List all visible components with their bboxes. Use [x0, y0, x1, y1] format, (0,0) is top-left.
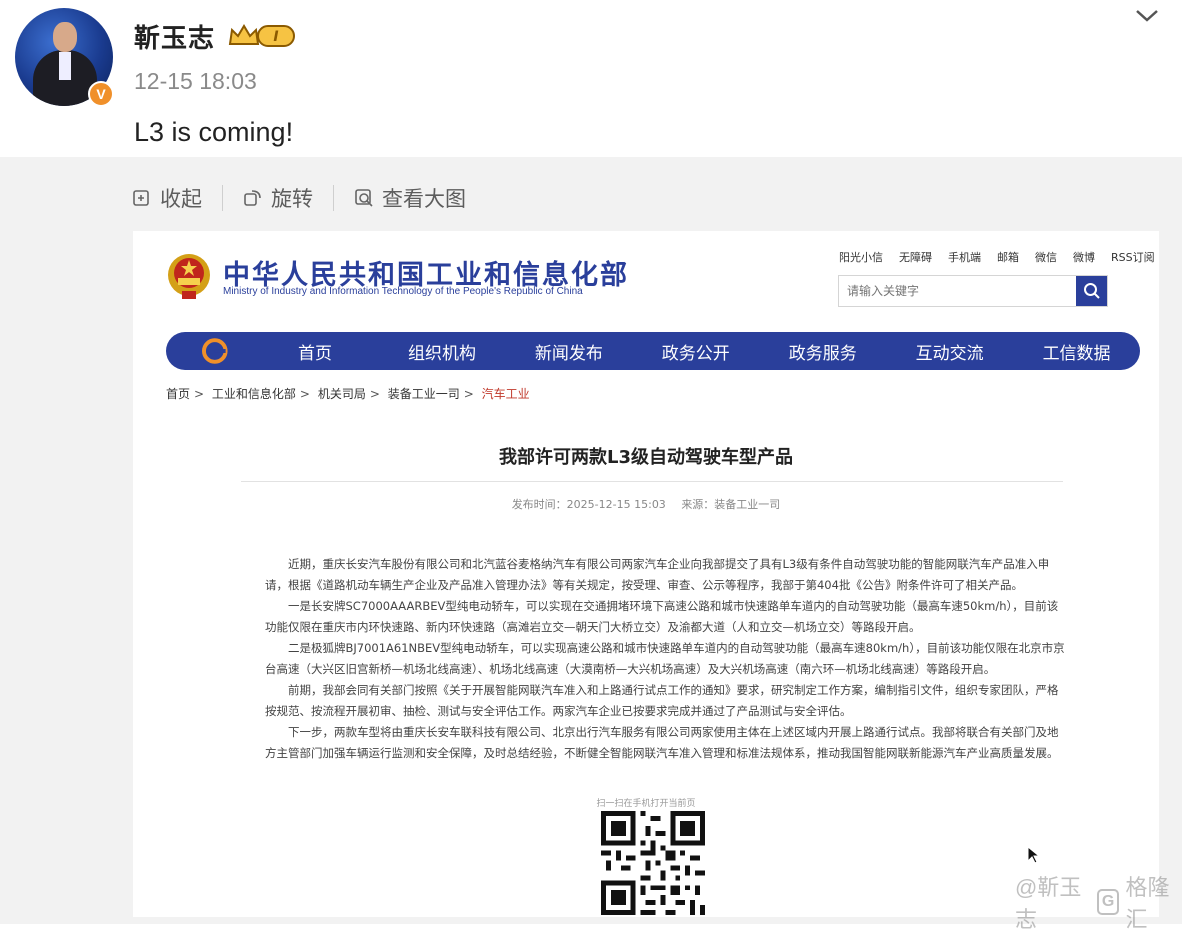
article-meta: 发布时间：2025-12-15 15:03 来源：装备工业一司 — [133, 496, 1159, 512]
watermark-brand: 格隆汇 — [1125, 875, 1170, 932]
article-body: 近期，重庆长安汽车股份有限公司和北汽蓝谷麦格纳汽车有限公司两家汽车企业向我部提交… — [265, 554, 1065, 764]
qr-code-icon — [601, 811, 705, 915]
chevron-down-icon[interactable] — [1134, 6, 1160, 26]
rotate-label: 旋转 — [271, 187, 313, 211]
badge-level: I — [273, 29, 278, 45]
rotate-button[interactable]: 旋转 — [243, 183, 313, 213]
article-source: 来源：装备工业一司 — [681, 498, 781, 511]
post-header: V 靳玉志 I 12-15 18:03 L3 is coming! — [0, 0, 1182, 157]
collapse-button[interactable]: 收起 — [132, 183, 202, 213]
top-link[interactable]: 无障碍 — [899, 249, 932, 265]
top-link[interactable]: 邮箱 — [997, 249, 1019, 265]
nav-item-services[interactable]: 政务服务 — [759, 339, 886, 364]
breadcrumb-item[interactable]: 工业和信息化部 — [212, 387, 296, 401]
ministry-logo-icon — [202, 338, 228, 364]
watermark-weibo-text: @靳玉志 — [1015, 875, 1082, 932]
rotate-icon — [244, 190, 261, 206]
toolbar-divider — [222, 185, 223, 211]
image-toolbar: 收起 旋转 查看大图 — [132, 183, 466, 213]
nav-item-news[interactable]: 新闻发布 — [505, 339, 632, 364]
nav-item-home[interactable]: 首页 — [252, 339, 379, 364]
top-link[interactable]: 微信 — [1035, 249, 1057, 265]
nav-item-organization[interactable]: 组织机构 — [379, 339, 506, 364]
search-icon — [1083, 283, 1100, 299]
nav-item-interaction[interactable]: 互动交流 — [886, 339, 1013, 364]
top-link[interactable]: 阳光小信 — [839, 249, 883, 265]
main-nav: 首页 组织机构 新闻发布 政务公开 政务服务 互动交流 工信数据 — [166, 332, 1140, 370]
top-links: 阳光小信 无障碍 手机端 邮箱 微信 微博 RSS订阅 — [839, 249, 1155, 265]
top-link[interactable]: RSS订阅 — [1111, 249, 1155, 265]
paragraph: 下一步，两款车型将由重庆长安车联科技有限公司、北京出行汽车服务有限公司两家使用主… — [265, 725, 1059, 760]
qr-caption: 扫一扫在手机打开当前页 — [596, 799, 696, 809]
watermark-logo-icon: G — [1096, 889, 1120, 915]
search-box — [838, 275, 1108, 307]
top-link[interactable]: 微博 — [1073, 249, 1095, 265]
national-emblem-icon — [168, 254, 210, 299]
verified-badge: V — [88, 81, 114, 107]
media-area: 收起 旋转 查看大图 中华人民共和国工业和信息化部 Ministry of In… — [0, 157, 1182, 932]
nav-item-public-affairs[interactable]: 政务公开 — [632, 339, 759, 364]
article-title: 我部许可两款L3级自动驾驶车型产品 — [499, 447, 793, 468]
view-large-button[interactable]: 查看大图 — [354, 183, 466, 213]
search-input[interactable] — [839, 276, 1077, 306]
ministry-name-en: Ministry of Industry and Information Tec… — [223, 286, 583, 297]
breadcrumb-item[interactable]: 装备工业一司 — [388, 387, 460, 401]
post-text: L3 is coming! — [134, 117, 294, 147]
paragraph: 近期，重庆长安汽车股份有限公司和北汽蓝谷麦格纳汽车有限公司两家汽车企业向我部提交… — [265, 557, 1050, 592]
post-timestamp[interactable]: 12-15 18:03 — [134, 68, 257, 95]
top-link[interactable]: 手机端 — [948, 249, 981, 265]
collapse-label: 收起 — [160, 187, 202, 211]
avatar-figure-head — [53, 22, 77, 52]
breadcrumb-item[interactable]: 机关司局 — [318, 387, 366, 401]
title-divider — [241, 481, 1063, 482]
username[interactable]: 靳玉志 — [134, 18, 215, 55]
crown-level-icon: I — [228, 24, 295, 47]
nav-item-data[interactable]: 工信数据 — [1013, 339, 1140, 364]
mouse-cursor-icon — [1027, 846, 1041, 864]
breadcrumb-item[interactable]: 首页 — [166, 387, 190, 401]
search-button[interactable] — [1076, 276, 1107, 306]
paragraph: 前期，我部会同有关部门按照《关于开展智能网联汽车准入和上路通行试点工作的通知》要… — [265, 683, 1059, 718]
breadcrumb: 首页 > 工业和信息化部 > 机关司局 > 装备工业一司 > 汽车工业 — [166, 387, 530, 401]
paragraph: 二是极狐牌BJ7001A61NBEV型纯电动轿车，可以实现高速公路和城市快速路单… — [265, 641, 1065, 676]
document-image[interactable]: 中华人民共和国工业和信息化部 Ministry of Industry and … — [133, 231, 1159, 917]
avatar-figure-shirt — [59, 52, 71, 80]
toolbar-divider — [333, 185, 334, 211]
view-large-label: 查看大图 — [382, 187, 466, 211]
collapse-icon — [133, 190, 149, 206]
breadcrumb-current[interactable]: 汽车工业 — [482, 387, 530, 401]
paragraph: 一是长安牌SC7000AAARBEV型纯电动轿车，可以实现在交通拥堵环境下高速公… — [265, 599, 1059, 634]
view-large-icon — [355, 189, 373, 207]
publish-time: 发布时间：2025-12-15 15:03 — [511, 498, 666, 511]
watermark: @靳玉志 G 格隆汇 — [1015, 870, 1182, 934]
